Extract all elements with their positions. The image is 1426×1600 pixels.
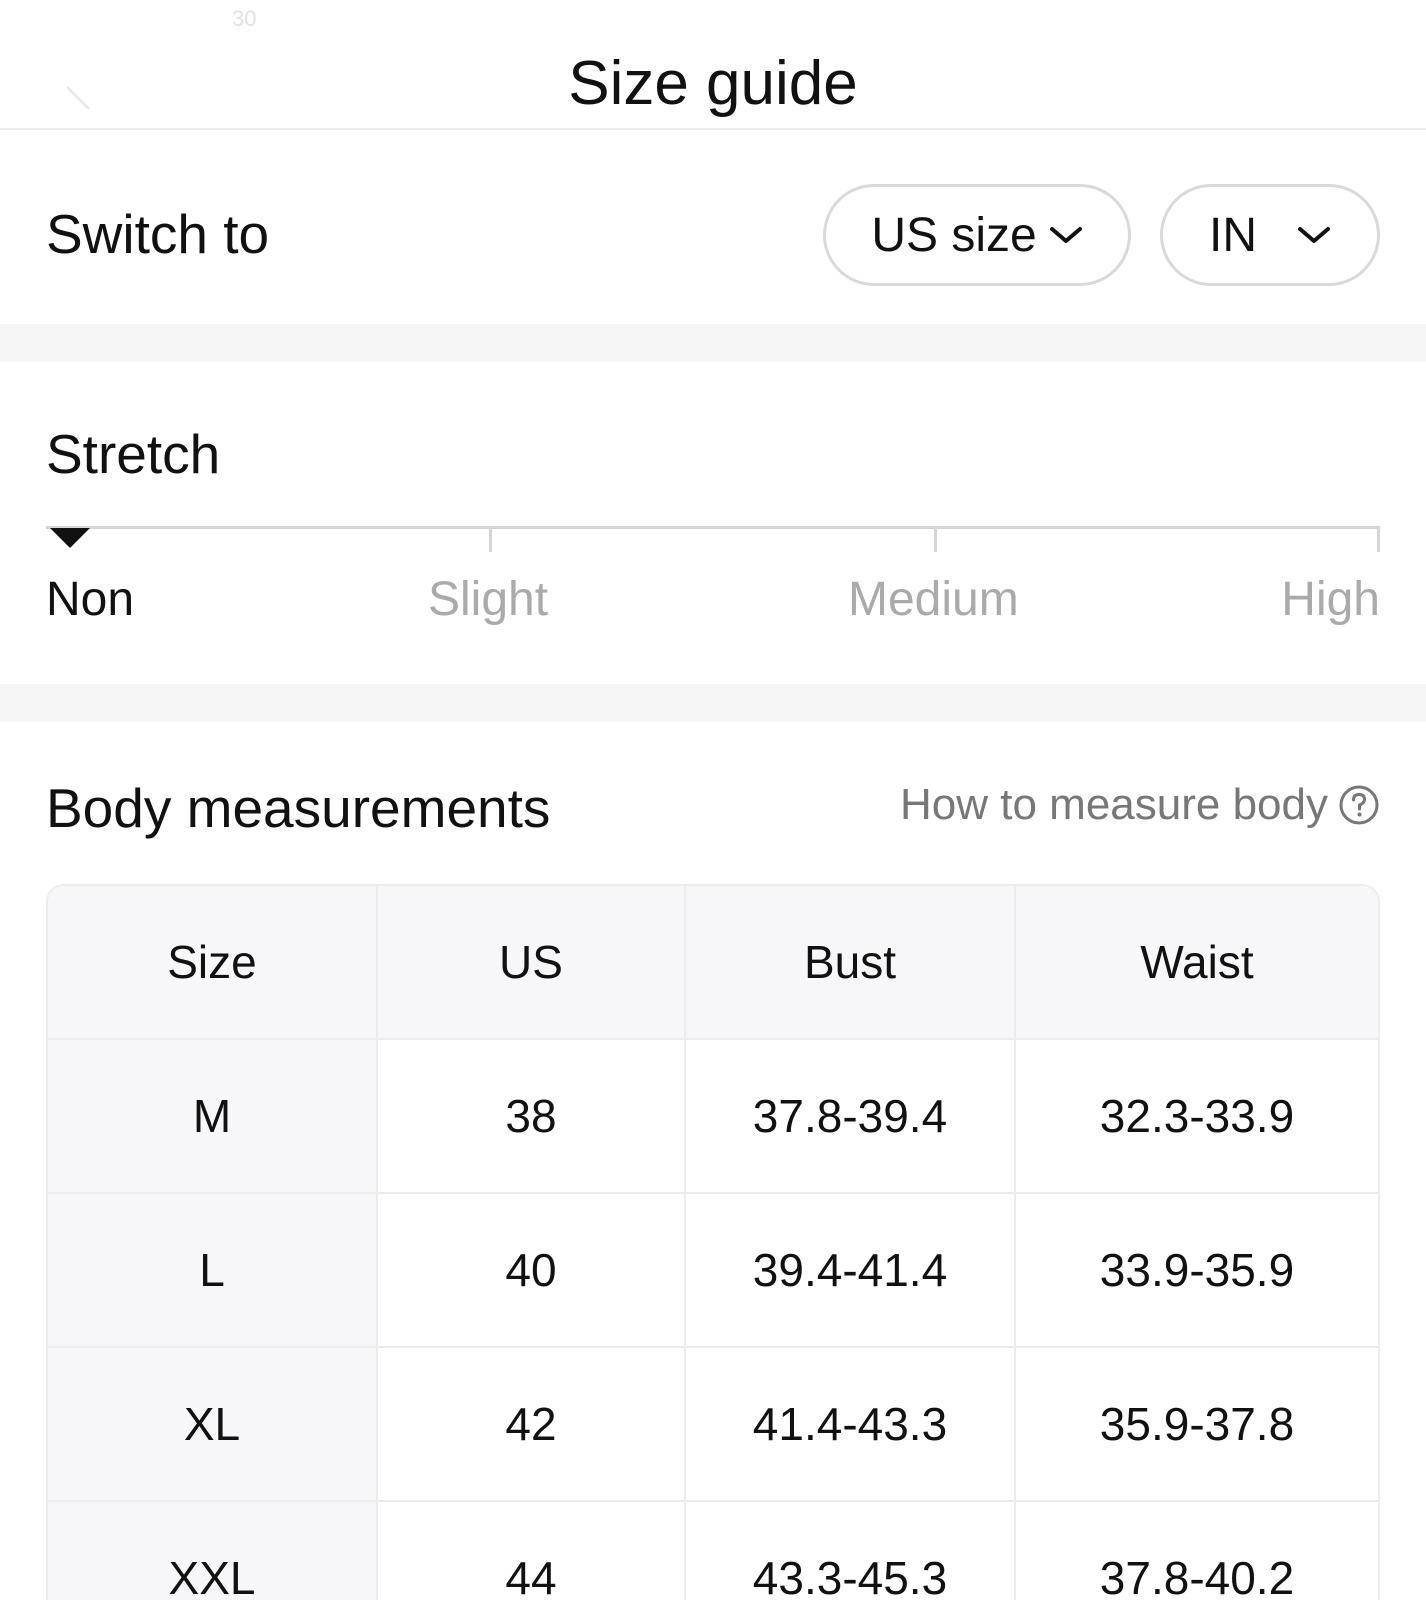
cell-bust: 37.8-39.4 xyxy=(686,1040,1016,1194)
stretch-level-medium: Medium xyxy=(848,573,1019,626)
cell-size: XL xyxy=(48,1348,378,1502)
size-system-value: US size xyxy=(871,208,1037,262)
stretch-tick xyxy=(934,526,937,552)
unit-value: IN xyxy=(1209,208,1257,262)
cell-us: 44 xyxy=(378,1502,686,1600)
stretch-track xyxy=(46,526,1380,529)
cell-waist: 35.9-37.8 xyxy=(1016,1348,1378,1502)
column-header-bust: Bust xyxy=(686,886,1016,1040)
size-guide-screen: 30 Size guide Switch to US size IN Stret… xyxy=(0,0,1426,1600)
chevron-down-icon xyxy=(1049,227,1082,243)
cell-bust: 41.4-43.3 xyxy=(686,1348,1016,1502)
body-measurements-section: Body measurements How to measure body Si… xyxy=(0,722,1426,1600)
table-row: XXL 44 43.3-45.3 37.8-40.2 xyxy=(48,1502,1378,1600)
table-row: XL 42 41.4-43.3 35.9-37.8 xyxy=(48,1348,1378,1502)
stretch-title: Stretch xyxy=(46,423,221,485)
how-to-measure-link[interactable]: How to measure body xyxy=(900,780,1380,830)
question-circle-icon xyxy=(1339,785,1379,825)
cell-size: XXL xyxy=(48,1502,378,1600)
how-to-measure-label: How to measure body xyxy=(900,780,1328,829)
switch-row: Switch to US size IN xyxy=(0,130,1426,324)
size-system-dropdown[interactable]: US size xyxy=(823,184,1131,286)
body-measurements-title: Body measurements xyxy=(46,777,551,839)
stretch-level-slight: Slight xyxy=(428,573,549,626)
cell-bust: 39.4-41.4 xyxy=(686,1194,1016,1348)
stretch-tick xyxy=(489,526,492,552)
cell-us: 40 xyxy=(378,1194,686,1348)
section-divider xyxy=(0,684,1426,722)
column-header-waist: Waist xyxy=(1016,886,1378,1040)
cell-bust: 43.3-45.3 xyxy=(686,1502,1016,1600)
stretch-level-high: High xyxy=(1281,573,1380,626)
status-time: 30 xyxy=(232,6,257,31)
size-table: Size US Bust Waist M 38 37.8-39.4 32.3-3… xyxy=(46,884,1380,1600)
cell-waist: 32.3-33.9 xyxy=(1016,1040,1378,1194)
stretch-level-non: Non xyxy=(46,573,135,626)
cell-size: M xyxy=(48,1040,378,1194)
cell-size: L xyxy=(48,1194,378,1348)
column-header-size: Size xyxy=(48,886,378,1040)
cell-waist: 37.8-40.2 xyxy=(1016,1502,1378,1600)
switch-label: Switch to xyxy=(46,203,270,265)
unit-dropdown[interactable]: IN xyxy=(1160,184,1380,286)
table-row: M 38 37.8-39.4 32.3-33.9 xyxy=(48,1040,1378,1194)
cell-us: 42 xyxy=(378,1348,686,1502)
cell-waist: 33.9-35.9 xyxy=(1016,1194,1378,1348)
header: 30 Size guide xyxy=(0,0,1426,130)
table-row: L 40 39.4-41.4 33.9-35.9 xyxy=(48,1194,1378,1348)
chevron-down-icon xyxy=(1298,227,1330,243)
stretch-tick xyxy=(1377,526,1380,552)
stretch-marker-icon xyxy=(50,528,90,548)
page-title: Size guide xyxy=(568,49,858,118)
section-divider xyxy=(0,324,1426,362)
stretch-section: Stretch Non Slight Medium High xyxy=(0,362,1426,684)
column-header-us: US xyxy=(378,886,686,1040)
table-header-row: Size US Bust Waist xyxy=(48,886,1378,1040)
cell-us: 38 xyxy=(378,1040,686,1194)
